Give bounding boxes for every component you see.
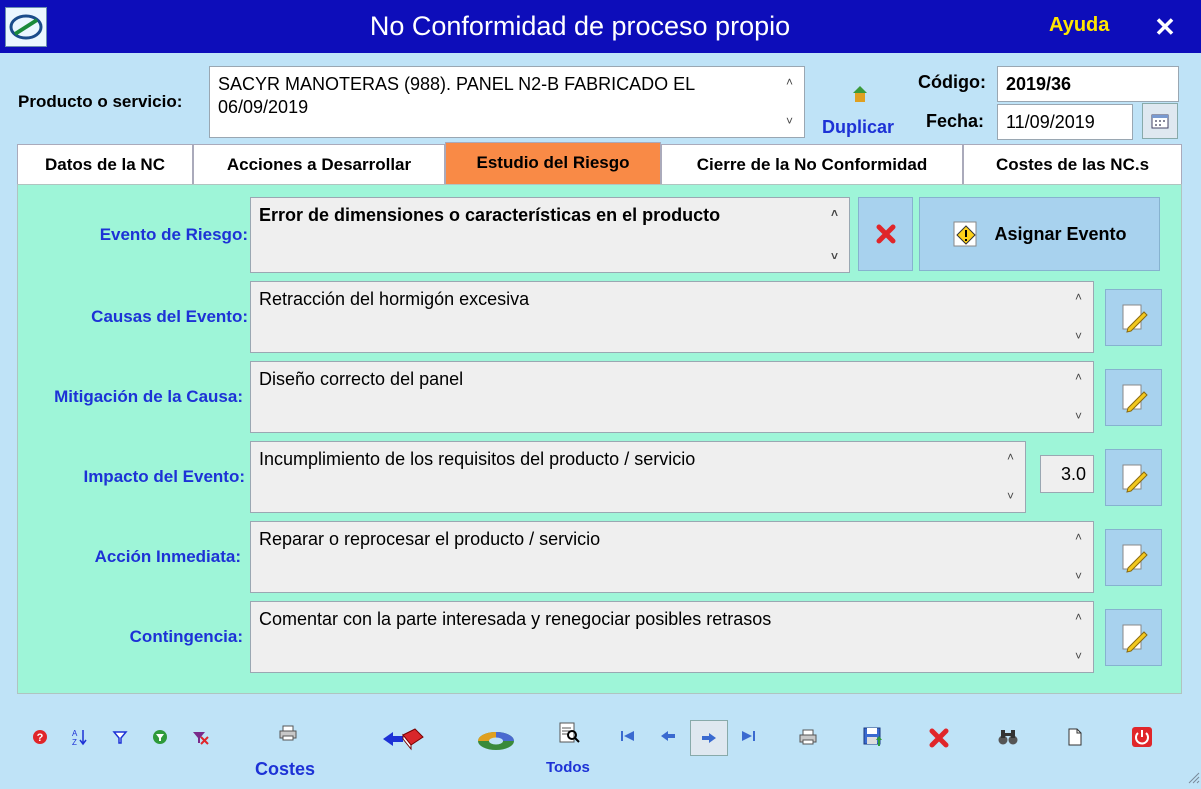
- costes-button[interactable]: Costes: [255, 759, 315, 780]
- clear-event-button[interactable]: [858, 197, 913, 271]
- tab-acciones[interactable]: Acciones a Desarrollar: [193, 144, 445, 184]
- close-button[interactable]: ✕: [1150, 12, 1180, 42]
- todos-button[interactable]: Todos: [546, 759, 590, 776]
- filter-apply-icon[interactable]: [150, 727, 170, 747]
- contingency-scrollbar[interactable]: ˄ ˅: [1075, 606, 1087, 668]
- code-field[interactable]: 2019/36: [997, 66, 1179, 102]
- causes-value: Retracción del hormigón excesiva: [259, 289, 530, 309]
- event-field[interactable]: Error de dimensiones o características e…: [250, 197, 850, 273]
- next-record-button[interactable]: [690, 720, 728, 756]
- save-icon[interactable]: [860, 724, 886, 750]
- risk-panel: Evento de Riesgo: Error de dimensiones o…: [17, 184, 1182, 694]
- tab-strip: Datos de la NC Acciones a Desarrollar Es…: [17, 142, 1182, 184]
- contingency-label: Contingencia:: [129, 627, 243, 646]
- contingency-field[interactable]: Comentar con la parte interesada y reneg…: [250, 601, 1094, 673]
- tab-costes[interactable]: Costes de las NC.s: [963, 144, 1182, 184]
- edit-document-icon: [1122, 624, 1148, 653]
- edit-causes-button[interactable]: [1105, 289, 1162, 346]
- next-record-icon: [702, 733, 716, 743]
- duplicate-button[interactable]: Duplicar: [822, 117, 894, 138]
- immediate-action-scrollbar[interactable]: ˄ ˅: [1075, 526, 1087, 588]
- edit-contingency-button[interactable]: [1105, 609, 1162, 666]
- warning-icon: [953, 221, 977, 247]
- impact-score-field[interactable]: 3.0: [1040, 455, 1094, 493]
- causes-scrollbar[interactable]: ˄ ˅: [1075, 286, 1087, 348]
- print-costes-icon[interactable]: [277, 722, 299, 744]
- edit-impact-button[interactable]: [1105, 449, 1162, 506]
- last-record-icon[interactable]: [737, 726, 759, 746]
- product-field[interactable]: SACYR MANOTERAS (988). PANEL N2-B FABRIC…: [209, 66, 805, 138]
- event-value: Error de dimensiones o características e…: [259, 205, 721, 225]
- immediate-action-value: Reparar o reprocesar el producto / servi…: [259, 529, 601, 549]
- filter-icon[interactable]: [110, 727, 130, 747]
- edit-document-icon: [1122, 384, 1148, 413]
- date-field[interactable]: 11/09/2019: [997, 104, 1133, 140]
- preview-icon[interactable]: [556, 720, 582, 746]
- impact-label: Impacto del Evento:: [83, 467, 245, 486]
- svg-text:?: ?: [37, 732, 44, 744]
- calendar-button[interactable]: [1142, 103, 1178, 139]
- filter-remove-icon[interactable]: [190, 727, 210, 747]
- event-scrollbar[interactable]: ˄ ˅: [831, 202, 843, 268]
- product-label: Producto o servicio:: [18, 92, 183, 111]
- edit-document-icon: [1122, 304, 1148, 333]
- app-logo-icon: [5, 7, 47, 47]
- exit-icon[interactable]: [1130, 725, 1154, 749]
- causes-label: Causas del Evento:: [91, 307, 248, 326]
- event-label: Evento de Riesgo:: [99, 225, 248, 244]
- date-label: Fecha:: [926, 111, 985, 131]
- back-to-book-icon[interactable]: [380, 726, 426, 752]
- tab-cierre[interactable]: Cierre de la No Conformidad: [661, 144, 963, 184]
- mitigation-label: Mitigación de la Causa:: [54, 387, 243, 406]
- svg-text:Z: Z: [72, 738, 77, 746]
- tab-estudio-riesgo[interactable]: Estudio del Riesgo: [445, 142, 661, 184]
- title-bar: No Conformidad de proceso propio Ayuda ✕: [0, 0, 1201, 53]
- help-link[interactable]: Ayuda: [1049, 14, 1109, 37]
- delete-icon: [876, 224, 895, 244]
- impact-field[interactable]: Incumplimiento de los requisitos del pro…: [250, 441, 1026, 513]
- first-record-icon[interactable]: [617, 726, 639, 746]
- impact-value: Incumplimiento de los requisitos del pro…: [259, 449, 696, 469]
- code-label: Código:: [918, 72, 986, 92]
- help-icon[interactable]: ?: [30, 727, 50, 747]
- causes-field[interactable]: Retracción del hormigón excesiva ˄ ˅: [250, 281, 1094, 353]
- contingency-value: Comentar con la parte interesada y reneg…: [259, 609, 772, 629]
- edit-document-icon: [1122, 464, 1148, 493]
- edit-document-icon: [1122, 544, 1148, 573]
- immediate-action-label: Acción Inmediata:: [94, 547, 241, 566]
- impact-scrollbar[interactable]: ˄ ˅: [1007, 446, 1019, 508]
- window-title: No Conformidad de proceso propio: [369, 11, 791, 41]
- product-value: SACYR MANOTERAS (988). PANEL N2-B FABRIC…: [218, 74, 695, 117]
- assign-event-button[interactable]: Asignar Evento: [919, 197, 1160, 271]
- calendar-icon: [1151, 114, 1169, 129]
- print-icon[interactable]: [797, 726, 819, 748]
- duplicate-icon[interactable]: [849, 84, 871, 106]
- mitigation-scrollbar[interactable]: ˄ ˅: [1075, 366, 1087, 428]
- mitigation-value: Diseño correcto del panel: [259, 369, 464, 389]
- immediate-action-field[interactable]: Reparar o reprocesar el producto / servi…: [250, 521, 1094, 593]
- edit-mitigation-button[interactable]: [1105, 369, 1162, 426]
- mitigation-field[interactable]: Diseño correcto del panel ˄ ˅: [250, 361, 1094, 433]
- product-scrollbar[interactable]: ˄ ˅: [786, 71, 798, 133]
- tab-datos[interactable]: Datos de la NC: [17, 144, 193, 184]
- new-record-icon[interactable]: [1064, 726, 1086, 748]
- svg-text:A: A: [72, 729, 78, 738]
- edit-immediate-action-button[interactable]: [1105, 529, 1162, 586]
- search-binoculars-icon[interactable]: [995, 726, 1021, 748]
- resize-grip-icon[interactable]: [1186, 770, 1200, 784]
- delete-record-icon[interactable]: [926, 725, 952, 751]
- previous-record-icon[interactable]: [657, 726, 679, 746]
- assign-event-label: Asignar Evento: [994, 223, 1127, 244]
- chart-icon[interactable]: [476, 726, 516, 754]
- sort-icon[interactable]: AZ: [70, 727, 90, 747]
